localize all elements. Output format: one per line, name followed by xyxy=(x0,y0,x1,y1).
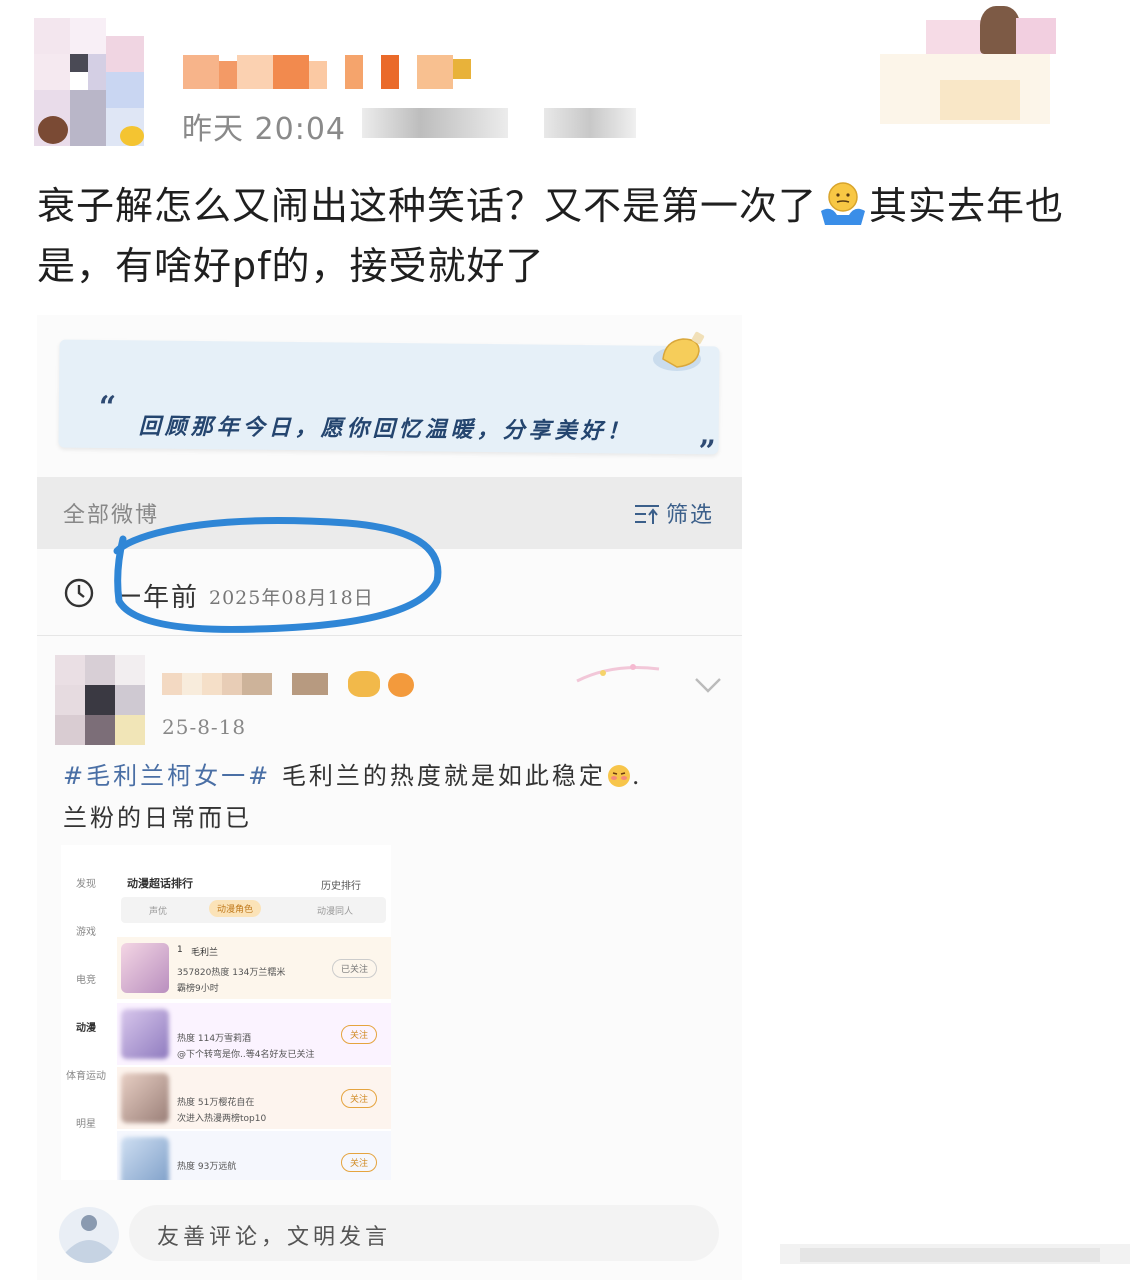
rank-number: 1 xyxy=(177,945,183,955)
follow-button[interactable]: 关注 xyxy=(340,1089,377,1108)
rank-name: 毛利兰 xyxy=(191,948,219,958)
tab-anime-character[interactable]: 动漫角色 xyxy=(209,900,262,917)
sparkle-decoration xyxy=(576,664,660,683)
post-time: 昨天 20:04 xyxy=(182,112,346,147)
follow-button[interactable]: 关注 xyxy=(340,1153,377,1172)
ranking-row[interactable]: 热度 114万雪莉酒 @下个转弯是你..等4名好友已关注 关注 xyxy=(117,1003,391,1065)
followed-button[interactable]: 已关注 xyxy=(331,959,377,978)
sidebar-item-active[interactable]: 动漫 xyxy=(61,1019,111,1067)
post-body: 衰子解怎么又闹出这种笑话？又不是第一次了 其实去年也是，有啥好pf的，接受就好了 xyxy=(37,176,1097,296)
filter-button[interactable]: 筛选 xyxy=(634,497,714,529)
clock-icon xyxy=(64,578,94,608)
embedded-screenshot: “ 回顾那年今日，愿你回忆温暖，分享美好！ ” 全部微博 筛选 一年前 2025… xyxy=(37,315,742,1280)
filter-icon xyxy=(634,505,659,524)
ranking-screenshot: 发现 游戏 电竞 动漫 体育运动 明星 动漫超话排行 历史排行 声优 动漫角色 … xyxy=(61,845,391,1180)
memory-card: “ 回顾那年今日，愿你回忆温暖，分享美好！ ” xyxy=(58,339,720,469)
sidebar-item[interactable]: 明星 xyxy=(61,1115,111,1163)
rank-sub: 霸榜9小时 xyxy=(177,984,219,994)
device-source-blur xyxy=(362,108,508,138)
inner-text-line2: 兰粉的日常而已 xyxy=(63,804,252,832)
inner-post-text: #毛利兰柯女一# 毛利兰的热度就是如此稳定 . 兰粉的日常而已 xyxy=(63,755,723,839)
author-name[interactable] xyxy=(183,55,473,91)
rank-stat: 热度 114万雪莉酒 xyxy=(177,1034,252,1044)
commenter-avatar[interactable] xyxy=(59,1207,119,1263)
ranking-row[interactable]: 热度 93万远航 关注 xyxy=(117,1131,391,1180)
sidebar-item[interactable]: 体育运动 xyxy=(61,1067,111,1115)
rank-stat: 357820热度 134万兰糯米 xyxy=(177,968,286,978)
inner-author-name[interactable] xyxy=(162,671,422,697)
rank-thumb xyxy=(121,1073,169,1123)
rank-stat: 热度 51万樱花自在 xyxy=(177,1098,255,1108)
inner-text-main: 毛利兰的热度就是如此稳定 xyxy=(271,762,606,790)
rank-thumb xyxy=(121,1137,169,1180)
inner-author-avatar[interactable] xyxy=(55,655,145,745)
rank-sub: @下个转弯是你..等4名好友已关注 xyxy=(177,1050,315,1060)
post-text-1: 衰子解怎么又闹出这种笑话？又不是第一次了 xyxy=(37,184,818,228)
sidebar-item[interactable]: 电竞 xyxy=(61,971,111,1019)
author-avatar[interactable] xyxy=(34,18,146,146)
tab-voice[interactable]: 声优 xyxy=(149,904,167,917)
watermark-blur xyxy=(780,1244,1130,1264)
comment-input[interactable]: 友善评论，文明发言 xyxy=(129,1205,719,1261)
tab-anime-fan[interactable]: 动漫同人 xyxy=(317,904,353,917)
rank-sub: 次进入热漫两榜top10 xyxy=(177,1114,267,1124)
ranking-tabs: 声优 动漫角色 动漫同人 xyxy=(121,897,386,923)
sidebar-item[interactable]: 发现 xyxy=(61,875,111,923)
ranking-row[interactable]: 热度 51万樱花自在 次进入热漫两榜top10 关注 xyxy=(117,1067,391,1129)
ranking-row[interactable]: 1 毛利兰 357820热度 134万兰糯米 霸榜9小时 已关注 xyxy=(117,937,391,999)
bottle-icon xyxy=(653,331,705,371)
quote-open: “ xyxy=(98,389,117,426)
memory-text: 回顾那年今日，愿你回忆温暖，分享美好！ xyxy=(138,413,633,445)
blue-circle-annotation xyxy=(113,517,442,633)
ranking-sidebar: 发现 游戏 电竞 动漫 体育运动 明星 xyxy=(61,875,111,1163)
ranking-title: 动漫超话排行 xyxy=(127,877,193,890)
inner-text-end: . xyxy=(631,762,643,790)
inner-post-date: 25-8-18 xyxy=(162,715,247,739)
hashtag-link[interactable]: #毛利兰柯女一# xyxy=(63,762,271,790)
blush-emoji-icon xyxy=(606,759,632,787)
history-ranking-link[interactable]: 历史排行 xyxy=(321,877,361,892)
sidebar-item[interactable]: 游戏 xyxy=(61,923,111,971)
rank-stat: 热度 93万远航 xyxy=(177,1162,237,1172)
shrug-emoji-icon xyxy=(817,181,869,227)
filter-label: 筛选 xyxy=(665,503,714,528)
header-decoration xyxy=(880,0,1130,130)
rank-thumb xyxy=(121,1009,169,1059)
comment-placeholder: 友善评论，文明发言 xyxy=(157,1225,392,1250)
follow-button[interactable]: 关注 xyxy=(340,1025,377,1044)
chevron-down-icon[interactable] xyxy=(693,675,723,695)
quote-close: ” xyxy=(698,434,716,470)
location-blur xyxy=(544,108,636,138)
rank-thumb xyxy=(121,943,169,993)
